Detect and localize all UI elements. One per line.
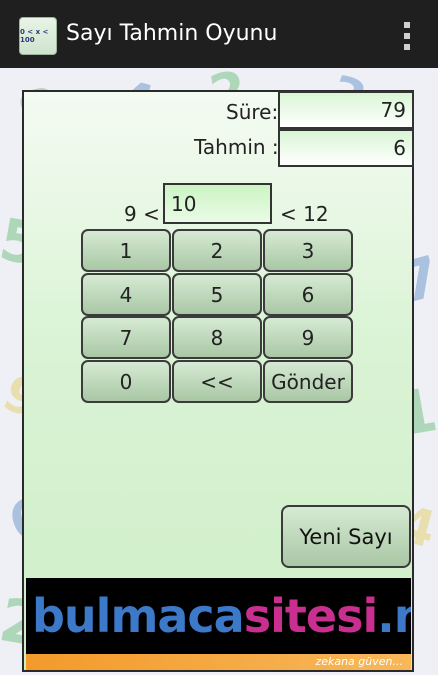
overflow-menu-icon[interactable] [402,22,412,50]
new-number-button[interactable]: Yeni Sayı [281,505,411,568]
time-label: Süre: [226,100,279,124]
submit-button[interactable]: Gönder [263,360,353,403]
action-bar: 0 < x < 100 Sayı Tahmin Oyunu [0,0,438,68]
banner-logo: bulmacasitesi.net [32,589,411,643]
time-value: 79 [278,91,414,129]
range-lower-label: 9 < [124,202,160,226]
key-1[interactable]: 1 [81,229,171,272]
guess-input[interactable]: 10 [163,183,272,224]
app-title: Sayı Tahmin Oyunu [66,21,278,46]
backspace-button[interactable]: << [172,360,262,403]
key-9[interactable]: 9 [263,316,353,359]
key-4[interactable]: 4 [81,273,171,316]
key-3[interactable]: 3 [263,229,353,272]
ad-banner[interactable]: bulmacasitesi.net zekana güven... [26,578,411,670]
key-0[interactable]: 0 [81,360,171,403]
key-8[interactable]: 8 [172,316,262,359]
key-6[interactable]: 6 [263,273,353,316]
key-7[interactable]: 7 [81,316,171,359]
key-2[interactable]: 2 [172,229,262,272]
app-icon: 0 < x < 100 [19,17,57,55]
range-upper-label: < 12 [280,202,329,226]
banner-tagline: zekana güven... [315,655,403,668]
key-5[interactable]: 5 [172,273,262,316]
guess-count-value: 6 [278,129,414,167]
guess-count-label: Tahmin : [194,135,279,159]
